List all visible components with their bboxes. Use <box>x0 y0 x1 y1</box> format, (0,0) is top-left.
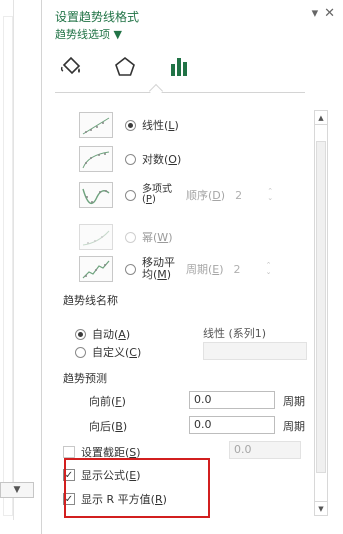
period-value: 2 <box>233 262 241 276</box>
moving-average-radio[interactable] <box>125 263 136 275</box>
linear-label: 线性(L) <box>142 119 179 132</box>
name-auto-radio[interactable] <box>75 328 86 340</box>
pane-scrollbar[interactable]: ▲ ▼ <box>314 110 328 516</box>
trend-type-linear[interactable]: 线性(L) <box>79 112 179 138</box>
name-custom-radio[interactable] <box>75 346 86 358</box>
trendline-options-tab[interactable] <box>165 52 193 82</box>
custom-name-input[interactable] <box>203 342 307 360</box>
trendline-name-heading: 趋势线名称 <box>63 294 118 307</box>
scroll-up-icon[interactable]: ▲ <box>315 111 327 125</box>
scroll-thumb[interactable] <box>316 141 326 473</box>
pane-options-dropdown-icon[interactable]: ▾ <box>312 6 319 21</box>
set-intercept-checkbox[interactable] <box>63 446 75 458</box>
log-radio[interactable] <box>125 153 136 165</box>
name-auto-option[interactable]: 自动(A) <box>75 326 130 342</box>
order-stepper[interactable]: 2 ⌃ ⌄ <box>235 186 273 204</box>
trendline-options-dropdown[interactable]: 趋势线选项 ▼ <box>55 26 122 42</box>
moving-average-thumbnail-icon <box>79 256 113 282</box>
order-label: 顺序(D) <box>186 189 226 202</box>
worksheet-scroll-down-button[interactable]: ▼ <box>0 482 34 498</box>
effects-tab[interactable] <box>111 52 139 82</box>
forecast-heading: 趋势预测 <box>63 372 107 385</box>
fill-line-icon <box>60 56 81 75</box>
name-custom-label: 自定义(C) <box>92 346 142 359</box>
polynomial-thumbnail-icon <box>79 182 113 208</box>
active-tab-caret <box>148 83 164 99</box>
effects-icon <box>115 56 135 76</box>
power-thumbnail-icon <box>79 224 113 250</box>
moving-average-label: 移动平 均(M) <box>142 256 175 281</box>
polynomial-label: 多项式 (P) <box>142 184 172 205</box>
stepper-arrows-icon[interactable]: ⌃ ⌄ <box>267 188 273 202</box>
linear-thumbnail-icon <box>79 112 113 138</box>
worksheet-scroll-thumb[interactable] <box>3 16 13 516</box>
backward-label: 向后(B) <box>89 420 128 433</box>
scroll-down-icon[interactable]: ▼ <box>315 501 327 515</box>
log-label: 对数(O) <box>142 153 182 166</box>
trend-type-polynomial[interactable]: 多项式 (P) 顺序(D) 2 ⌃ ⌄ <box>79 182 273 208</box>
pane-title: 设置趋势线格式 <box>55 10 140 24</box>
period-stepper[interactable]: 2 ⌃ ⌄ <box>234 260 272 278</box>
polynomial-radio[interactable] <box>125 189 136 201</box>
intercept-input[interactable]: 0.0 <box>229 441 301 459</box>
forward-unit: 周期 <box>283 395 305 408</box>
fill-line-tab[interactable] <box>57 52 85 82</box>
stepper-arrows-icon[interactable]: ⌃ ⌄ <box>266 262 272 276</box>
format-trendline-pane: 设置趋势线格式 ▾ ✕ 趋势线选项 ▼ 线性(L) 对数(O) 多项式 (P) … <box>43 0 343 534</box>
forward-input[interactable]: 0.0 <box>189 391 275 409</box>
linear-radio[interactable] <box>125 119 136 131</box>
auto-name-value: 线性 (系列1) <box>203 327 267 340</box>
worksheet-scrollbar[interactable] <box>2 0 14 520</box>
power-radio[interactable] <box>125 231 136 243</box>
power-label: 幂(W) <box>142 231 173 244</box>
period-label: 周期(E) <box>186 263 224 276</box>
trendline-options-icon <box>171 58 187 76</box>
tab-divider <box>55 92 305 93</box>
pane-title-controls: ▾ ✕ <box>312 6 335 21</box>
name-custom-option[interactable]: 自定义(C) <box>75 344 141 360</box>
trend-type-moving-average[interactable]: 移动平 均(M) 周期(E) 2 ⌃ ⌄ <box>79 256 272 282</box>
backward-input[interactable]: 0.0 <box>189 416 275 434</box>
trend-type-power[interactable]: 幂(W) <box>79 224 172 250</box>
pane-tabs <box>57 52 193 82</box>
worksheet-edge: ▼ <box>0 0 42 534</box>
trend-type-log[interactable]: 对数(O) <box>79 146 181 172</box>
backward-unit: 周期 <box>283 420 305 433</box>
name-auto-label: 自动(A) <box>92 328 131 341</box>
close-icon[interactable]: ✕ <box>324 6 335 21</box>
order-value: 2 <box>235 188 243 202</box>
annotation-highlight-box <box>64 458 210 518</box>
log-thumbnail-icon <box>79 146 113 172</box>
forward-label: 向前(F) <box>89 395 126 408</box>
